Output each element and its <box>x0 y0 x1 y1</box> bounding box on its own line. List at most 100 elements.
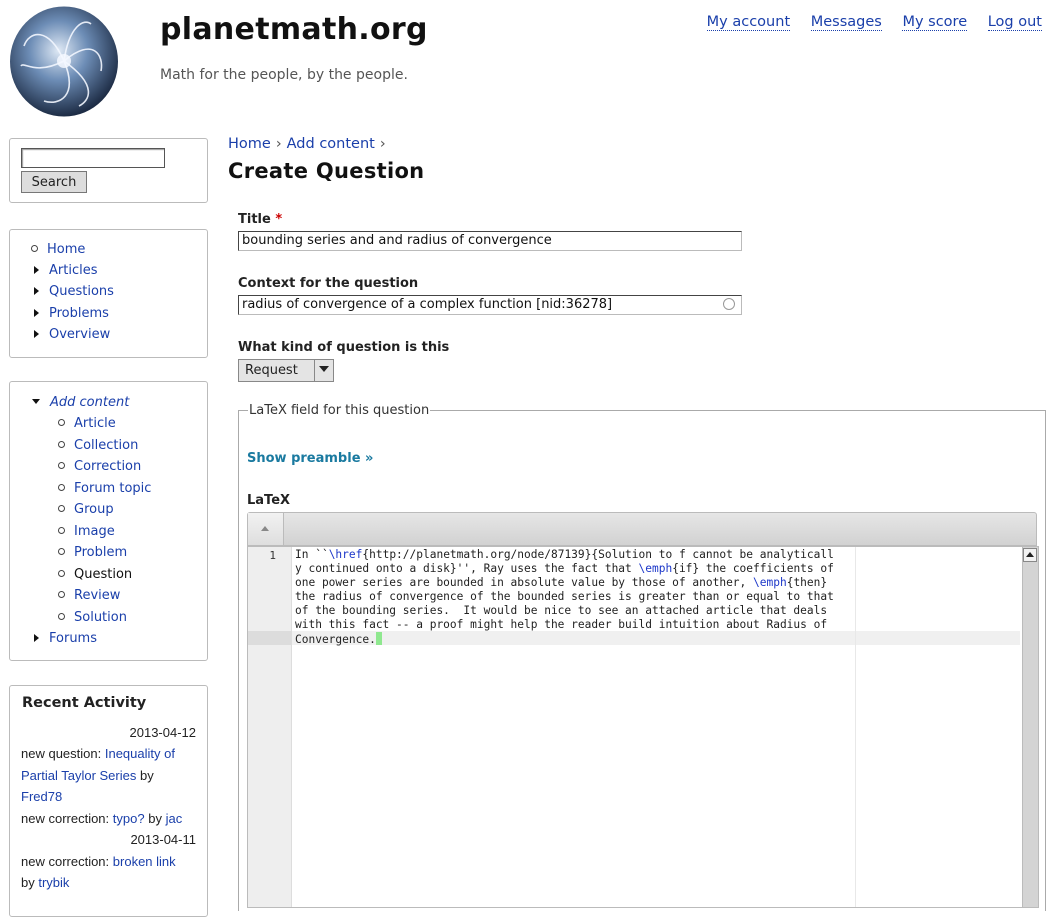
expand-arrow-icon[interactable] <box>34 266 39 274</box>
bullet-icon <box>58 548 65 555</box>
chevron-up-icon <box>261 526 269 531</box>
activity-date: 2013-04-12 <box>129 725 197 740</box>
bullet-icon <box>58 441 65 448</box>
search-input[interactable] <box>21 148 165 168</box>
search-block: Search <box>9 138 208 203</box>
expand-arrow-icon[interactable] <box>34 634 39 642</box>
activity-line: Partial Taylor Series by <box>21 768 154 783</box>
add-question-active[interactable]: Question <box>58 567 132 582</box>
activity-type: new question: <box>21 746 102 761</box>
collapse-arrow-icon[interactable] <box>32 399 40 404</box>
breadcrumb-separator: › <box>275 136 282 152</box>
active-line-gutter <box>248 631 291 645</box>
site-name[interactable]: planetmath.org <box>160 12 428 47</box>
activity-line: new correction: typo? by jac <box>21 811 182 826</box>
bullet-icon <box>58 527 65 534</box>
activity-link[interactable]: Partial Taylor Series <box>21 768 136 783</box>
question-kind-value: Request <box>245 363 298 378</box>
dropdown-arrow-icon[interactable] <box>314 360 333 381</box>
add-review-link[interactable]: Review <box>58 588 120 603</box>
line-number: 1 <box>269 549 276 562</box>
activity-line: new question: Inequality of <box>21 746 175 761</box>
recent-activity-title: Recent Activity <box>22 695 147 711</box>
activity-link[interactable]: Inequality of <box>105 746 175 761</box>
scroll-up-button[interactable] <box>1023 548 1037 562</box>
bullet-icon <box>58 462 65 469</box>
my-account-link[interactable]: My account <box>706 14 791 31</box>
toolbar-collapse-button[interactable] <box>248 513 284 545</box>
breadcrumb-home[interactable]: Home <box>228 136 271 152</box>
required-mark: * <box>275 212 283 227</box>
activity-by: by <box>140 768 154 783</box>
latex-command: \href <box>328 548 363 561</box>
activity-line: by trybik <box>21 875 69 890</box>
log-out-link[interactable]: Log out <box>987 14 1042 31</box>
menu-forums[interactable]: Forums <box>34 631 97 646</box>
activity-type: new correction: <box>21 811 110 826</box>
top-nav: My account Messages My score Log out <box>691 14 1042 31</box>
bullet-icon <box>31 245 38 252</box>
latex-command: \emph <box>753 576 787 589</box>
add-forum-topic-link[interactable]: Forum topic <box>58 481 151 496</box>
bullet-icon <box>58 505 65 512</box>
activity-date: 2013-04-11 <box>130 832 196 847</box>
activity-user-link[interactable]: jac <box>166 811 183 826</box>
recent-activity-block: Recent Activity 2013-04-12 new question:… <box>9 685 208 917</box>
activity-link[interactable]: broken link <box>113 854 176 869</box>
nav-item-articles[interactable]: Articles <box>34 263 97 278</box>
bullet-icon <box>58 591 65 598</box>
planetmath-logo[interactable] <box>9 6 119 117</box>
expand-arrow-icon[interactable] <box>34 309 39 317</box>
navigation-block: Home Articles Questions Problems Overvie… <box>9 229 208 358</box>
activity-type: new correction: <box>21 854 110 869</box>
add-correction-link[interactable]: Correction <box>58 459 141 474</box>
bullet-icon <box>58 613 65 620</box>
question-kind-label: What kind of question is this <box>238 340 450 355</box>
page-title: Create Question <box>228 159 425 183</box>
autocomplete-throbber-icon <box>723 298 735 310</box>
menu-add-content[interactable]: Add content <box>32 395 129 410</box>
bullet-icon <box>58 419 65 426</box>
question-kind-select[interactable]: Request <box>238 359 334 382</box>
nav-item-overview[interactable]: Overview <box>34 327 110 342</box>
activity-by: by <box>21 875 35 890</box>
activity-line: new correction: broken link <box>21 854 176 869</box>
editor-scrollbar[interactable] <box>1022 547 1038 907</box>
nav-item-home[interactable]: Home <box>31 242 85 257</box>
add-group-link[interactable]: Group <box>58 502 114 517</box>
bullet-icon <box>58 570 65 577</box>
site-slogan: Math for the people, by the people. <box>160 67 408 83</box>
nav-item-problems[interactable]: Problems <box>34 306 109 321</box>
add-collection-link[interactable]: Collection <box>58 438 138 453</box>
add-image-link[interactable]: Image <box>58 524 115 539</box>
latex-code-editor[interactable]: 1 In ``\href{http://planetmath.org/node/… <box>247 546 1039 908</box>
breadcrumb-separator: › <box>379 136 386 152</box>
title-input[interactable]: bounding series and and radius of conver… <box>238 231 742 251</box>
bullet-icon <box>58 484 65 491</box>
fieldset-legend: LaTeX field for this question <box>248 403 431 418</box>
show-preamble-link[interactable]: Show preamble » <box>247 451 373 466</box>
title-label: Title * <box>238 212 283 227</box>
context-input[interactable]: radius of convergence of a complex funct… <box>238 295 742 315</box>
latex-source[interactable]: In ``\href{http://planetmath.org/node/87… <box>295 548 834 647</box>
my-score-link[interactable]: My score <box>902 14 968 31</box>
search-button[interactable]: Search <box>21 171 87 193</box>
add-content-block: Add content Article Collection Correctio… <box>9 381 208 661</box>
latex-label: LaTeX <box>247 493 291 508</box>
latex-command: \emph <box>638 562 673 575</box>
add-solution-link[interactable]: Solution <box>58 610 127 625</box>
context-label: Context for the question <box>238 276 419 291</box>
add-article-link[interactable]: Article <box>58 416 116 431</box>
nav-item-questions[interactable]: Questions <box>34 284 114 299</box>
add-problem-link[interactable]: Problem <box>58 545 127 560</box>
activity-user-link[interactable]: trybik <box>38 875 69 890</box>
expand-arrow-icon[interactable] <box>34 330 39 338</box>
editor-gutter <box>248 547 292 907</box>
activity-by: by <box>148 811 162 826</box>
expand-arrow-icon[interactable] <box>34 287 39 295</box>
messages-link[interactable]: Messages <box>810 14 882 31</box>
activity-link[interactable]: typo? <box>113 811 145 826</box>
breadcrumb-add-content[interactable]: Add content <box>287 136 375 152</box>
editor-toolbar <box>247 512 1037 546</box>
activity-user-link[interactable]: Fred78 <box>21 789 62 804</box>
